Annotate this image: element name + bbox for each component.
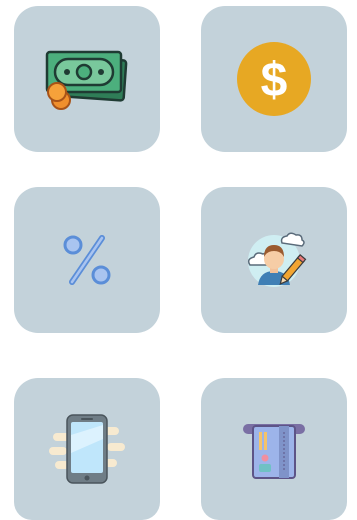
cash-tile[interactable] — [14, 6, 160, 152]
svg-text:$: $ — [261, 54, 288, 107]
cash-stack-icon — [45, 50, 128, 110]
card-terminal-icon — [243, 424, 305, 479]
percent-tile[interactable] — [14, 187, 160, 333]
user-edit-icon — [247, 232, 307, 287]
mobile-phone-icon — [49, 414, 125, 484]
profile-tile[interactable] — [201, 187, 347, 333]
payment-options-grid: $ — [0, 0, 357, 520]
percent-icon — [63, 235, 111, 285]
card-tile[interactable] — [201, 378, 347, 520]
dollar-coin-icon: $ — [237, 42, 311, 116]
mobile-tile[interactable] — [14, 378, 160, 520]
dollar-tile[interactable]: $ — [201, 6, 347, 152]
